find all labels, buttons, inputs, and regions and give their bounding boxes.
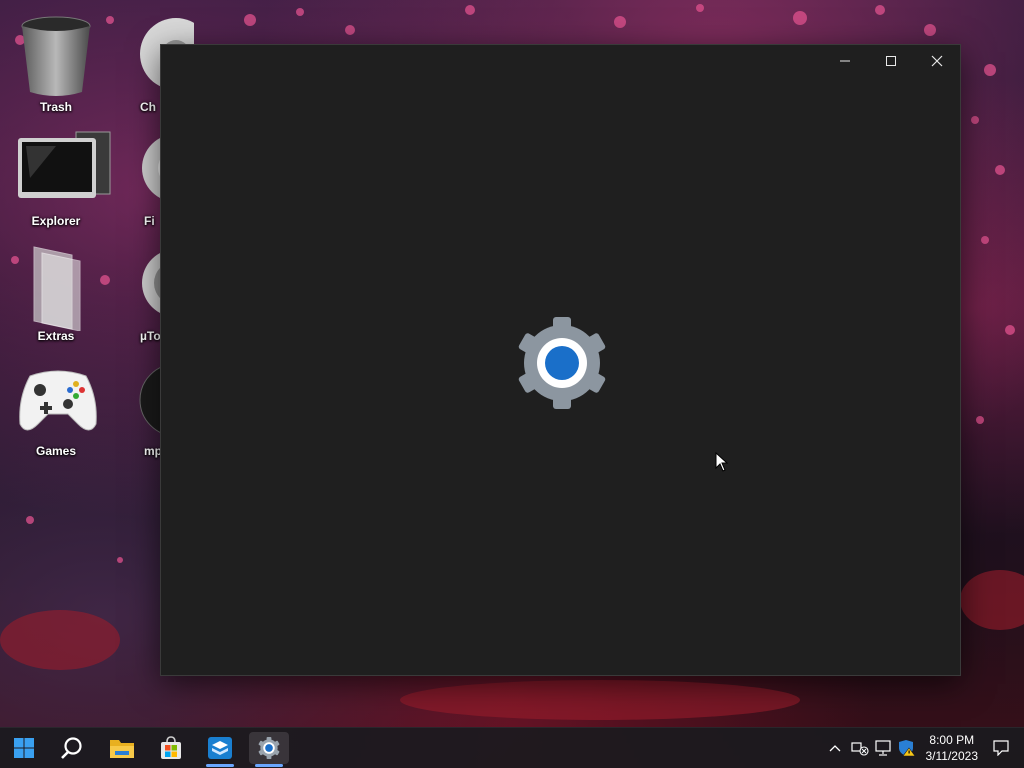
desktop-icon-label: Games (35, 444, 77, 458)
tray-network[interactable] (872, 728, 894, 768)
search-icon (61, 737, 82, 759)
settings-window[interactable] (160, 44, 961, 676)
maximize-button[interactable] (868, 45, 914, 77)
start-button[interactable] (4, 732, 44, 764)
gamepad-icon (16, 358, 97, 438)
active-indicator (255, 764, 283, 767)
close-button[interactable] (914, 45, 960, 77)
computer-icon (16, 128, 111, 208)
taskbar-virtualbox[interactable] (200, 732, 240, 767)
desktop-icon-explorer[interactable]: Explorer (6, 128, 111, 238)
notification-button[interactable] (988, 728, 1014, 768)
clock-date: 3/11/2023 (925, 749, 979, 763)
folder-icon (16, 243, 96, 332)
search-button[interactable] (52, 732, 92, 764)
network-icon (875, 740, 891, 756)
windows-start-icon (14, 738, 34, 758)
close-icon (931, 55, 943, 67)
security-shield-icon (899, 740, 916, 757)
desktop-icon-games[interactable]: Games (6, 358, 106, 468)
chevron-up-icon (829, 745, 841, 752)
notification-icon (993, 740, 1009, 756)
store-icon (161, 736, 181, 759)
tray-security[interactable] (896, 728, 918, 768)
network-disconnected-icon (851, 742, 869, 756)
desktop-icon-trash[interactable]: Trash (6, 14, 106, 124)
virtualbox-icon (208, 737, 232, 759)
maximize-icon (886, 56, 896, 66)
mouse-cursor (715, 452, 729, 472)
desktop-icon-extras[interactable]: Extras (6, 243, 106, 353)
taskbar-store[interactable] (151, 732, 191, 764)
file-explorer-icon (110, 740, 134, 758)
system-clock[interactable]: 8:00 PM 3/11/2023 (926, 732, 979, 764)
taskbar-settings[interactable] (249, 732, 289, 767)
settings-icon (258, 736, 280, 760)
taskbar-file-explorer[interactable] (102, 732, 142, 764)
running-indicator (206, 764, 234, 767)
clock-time: 8:00 PM (929, 733, 975, 747)
desktop-icon-label: Extras (37, 329, 75, 343)
settings-gear-icon (512, 313, 612, 413)
desktop-icon-label: Explorer (31, 214, 81, 228)
show-hidden-icons-button[interactable] (826, 728, 844, 768)
desktop-icon-label: Trash (39, 100, 72, 114)
window-controls (822, 45, 960, 77)
tray-network-disconnected[interactable] (849, 728, 871, 768)
minimize-button[interactable] (822, 45, 868, 77)
minimize-icon (840, 60, 850, 62)
taskbar: 8:00 PM 3/11/2023 (0, 727, 1024, 768)
trash-icon (16, 14, 96, 96)
